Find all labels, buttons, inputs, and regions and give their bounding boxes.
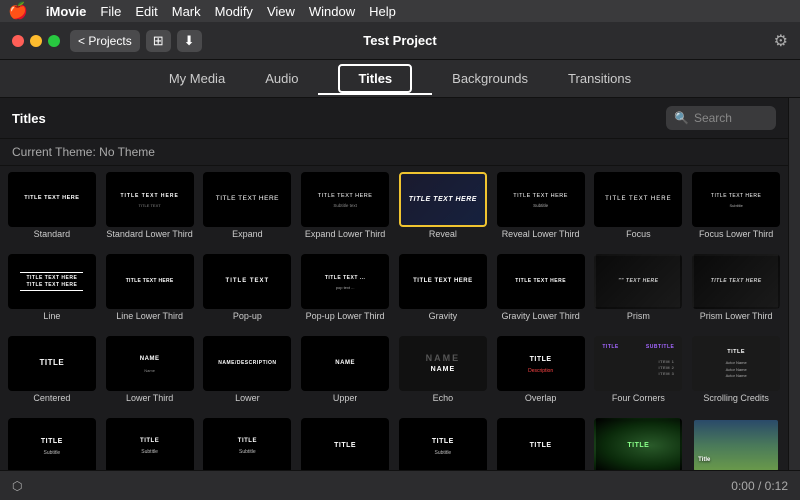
window-menu[interactable]: Window xyxy=(309,4,355,19)
tab-my-media[interactable]: My Media xyxy=(149,63,245,94)
title-cell-focus[interactable]: Title Text Here Focus xyxy=(591,170,687,250)
mark-menu[interactable]: Mark xyxy=(172,4,201,19)
window-title: Test Project xyxy=(363,33,436,48)
tab-bar: My Media Audio Titles Backgrounds Transi… xyxy=(0,60,800,98)
title-cell-line-lower-third[interactable]: TITLE TEXT HERE Line Lower Third xyxy=(102,252,198,332)
title-label: Expand xyxy=(232,229,263,239)
title-cell-lower[interactable]: Name/Description Lower xyxy=(200,334,296,414)
file-menu[interactable]: File xyxy=(100,4,121,19)
title-label: Standard Lower Third xyxy=(106,229,192,239)
right-strip xyxy=(788,98,800,500)
download-button[interactable]: ⬇ xyxy=(177,30,202,52)
title-cell-prism[interactable]: "" TEXT HERE Prism xyxy=(591,252,687,332)
title-cell-line[interactable]: TITLE TEXT HERETITLE TEXT HERE Line xyxy=(4,252,100,332)
title-label: Centered xyxy=(33,393,70,403)
title-cell-reveal[interactable]: Title Text Here Reveal xyxy=(395,170,491,250)
close-button[interactable] xyxy=(12,35,24,47)
title-label: Line xyxy=(43,311,60,321)
modify-menu[interactable]: Modify xyxy=(215,4,253,19)
title-cell-echo[interactable]: NAME NAME Echo xyxy=(395,334,491,414)
title-cell-expand-lower-third[interactable]: Title Text Here Subtitle text Expand Low… xyxy=(297,170,393,250)
title-label: Four Corners xyxy=(612,393,665,403)
title-label: Lower xyxy=(235,393,260,403)
title-label: Focus xyxy=(626,229,651,239)
title-label: Pop-up xyxy=(233,311,262,321)
title-label: Line Lower Third xyxy=(116,311,183,321)
title-cell-four-corners[interactable]: Title Subtitle Item 1Item 2Item 3 Four C… xyxy=(591,334,687,414)
title-cell-gravity-lower-third[interactable]: TITLE TEXT HERE Gravity Lower Third xyxy=(493,252,589,332)
title-label: Prism Lower Third xyxy=(700,311,773,321)
minimize-button[interactable] xyxy=(30,35,42,47)
fullscreen-button[interactable] xyxy=(48,35,60,47)
title-label: Standard xyxy=(34,229,71,239)
title-label: Lower Third xyxy=(126,393,173,403)
apple-menu[interactable]: 🍎 xyxy=(8,1,28,21)
panel-header: Titles 🔍 xyxy=(0,98,788,139)
title-cell-lower-third[interactable]: Name Name Lower Third xyxy=(102,334,198,414)
title-label: Gravity xyxy=(429,311,458,321)
title-label: Expand Lower Third xyxy=(305,229,385,239)
tab-backgrounds[interactable]: Backgrounds xyxy=(432,63,548,94)
tab-transitions[interactable]: Transitions xyxy=(548,63,651,94)
title-cell-overlap[interactable]: Title Description Overlap xyxy=(493,334,589,414)
help-menu[interactable]: Help xyxy=(369,4,396,19)
title-label: Gravity Lower Third xyxy=(501,311,579,321)
filter-icon[interactable]: ⬡ xyxy=(12,479,22,493)
title-cell-pop-up[interactable]: TITLE TEXT Pop-up xyxy=(200,252,296,332)
settings-icon[interactable]: ⚙ xyxy=(774,31,788,51)
title-cell-scrolling-credits[interactable]: Title Actor NameActor NameActor Name Scr… xyxy=(688,334,784,414)
search-input[interactable] xyxy=(694,111,774,125)
tab-audio[interactable]: Audio xyxy=(245,63,318,94)
title-label: Focus Lower Third xyxy=(699,229,773,239)
title-cell-reveal-lower-third[interactable]: Title Text Here Subtitle Reveal Lower Th… xyxy=(493,170,589,250)
edit-menu[interactable]: Edit xyxy=(135,4,157,19)
title-cell-prism-lower-third[interactable]: TITLE TEXT HERE Prism Lower Third xyxy=(688,252,784,332)
timeline-time: 0:00 / 0:12 xyxy=(731,479,788,493)
main-panel: Titles 🔍 Current Theme: No Theme TITLE T… xyxy=(0,98,788,500)
title-label: Reveal Lower Third xyxy=(502,229,580,239)
search-box[interactable]: 🔍 xyxy=(666,106,776,130)
title-cell-standard-lower-third[interactable]: TITLE TEXT HERE TITLE TEXT Standard Lowe… xyxy=(102,170,198,250)
search-icon: 🔍 xyxy=(674,111,689,125)
projects-button[interactable]: < Projects xyxy=(70,30,140,52)
grid-view-button[interactable]: ⊞ xyxy=(146,30,171,52)
title-label: Reveal xyxy=(429,229,457,239)
title-cell-pop-up-lower-third[interactable]: TITLE TEXT ... pop text ... Pop-up Lower… xyxy=(297,252,393,332)
title-label: Overlap xyxy=(525,393,557,403)
imovie-menu[interactable]: iMovie xyxy=(46,4,86,19)
title-cell-standard[interactable]: TITLE TEXT HERE Standard xyxy=(4,170,100,250)
title-cell-upper[interactable]: Name Upper xyxy=(297,334,393,414)
title-cell-expand[interactable]: Title Text Here Expand xyxy=(200,170,296,250)
title-bar: < Projects ⊞ ⬇ Test Project ⚙ xyxy=(0,22,800,60)
title-label: Upper xyxy=(333,393,358,403)
menu-bar: 🍎 iMovie File Edit Mark Modify View Wind… xyxy=(0,0,800,22)
title-cell-gravity[interactable]: TITLE TEXT HERE Gravity xyxy=(395,252,491,332)
tab-titles[interactable]: Titles xyxy=(318,63,432,94)
theme-label: Current Theme: No Theme xyxy=(0,139,788,166)
title-label: Prism xyxy=(627,311,650,321)
traffic-lights xyxy=(12,35,60,47)
title-label: Pop-up Lower Third xyxy=(306,311,385,321)
title-cell-focus-lower-third[interactable]: Title Text Here Subtitle Focus Lower Thi… xyxy=(688,170,784,250)
content-area: Titles 🔍 Current Theme: No Theme TITLE T… xyxy=(0,98,800,500)
title-cell-centered[interactable]: Title Centered xyxy=(4,334,100,414)
title-label: Echo xyxy=(433,393,454,403)
bottom-bar: ⬡ 0:00 / 0:12 xyxy=(0,470,800,500)
title-label: Scrolling Credits xyxy=(703,393,769,403)
panel-title: Titles xyxy=(12,111,46,126)
view-menu[interactable]: View xyxy=(267,4,295,19)
titles-grid: TITLE TEXT HERE Standard TITLE TEXT HERE… xyxy=(0,166,788,500)
